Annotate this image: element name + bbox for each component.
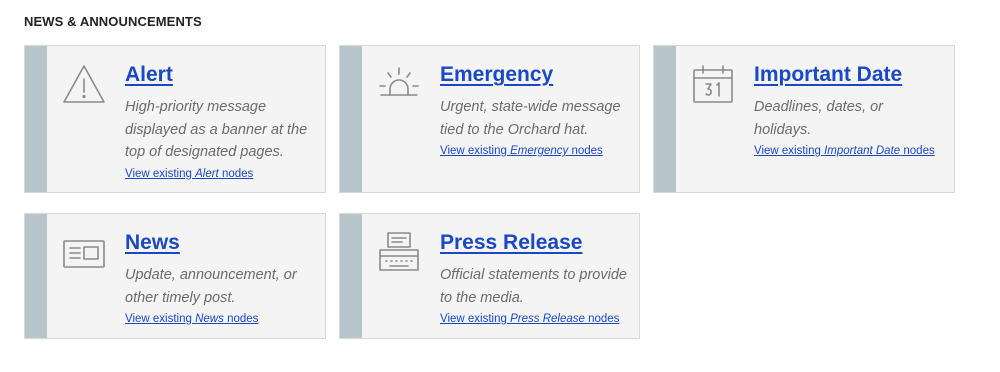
card-news: News Update, announcement, or other time… bbox=[24, 213, 326, 339]
view-existing-link[interactable]: View existing Press Release nodes bbox=[440, 311, 619, 327]
card-title-link[interactable]: Press Release bbox=[440, 230, 629, 256]
link-suffix: nodes bbox=[900, 145, 935, 157]
link-suffix: nodes bbox=[568, 145, 603, 157]
newspaper-icon bbox=[61, 230, 107, 276]
view-existing-link[interactable]: View existing Alert nodes bbox=[125, 166, 253, 182]
link-prefix: View existing bbox=[440, 145, 511, 157]
link-type: Alert bbox=[195, 167, 219, 180]
card-title-link[interactable]: Important Date bbox=[754, 62, 944, 88]
link-prefix: View existing bbox=[754, 145, 825, 157]
card-title-link[interactable]: Alert bbox=[125, 62, 315, 88]
view-existing-link[interactable]: View existing Emergency nodes bbox=[440, 143, 603, 159]
link-prefix: View existing bbox=[125, 167, 196, 180]
card-accent-bar bbox=[25, 46, 47, 192]
link-suffix: nodes bbox=[584, 313, 620, 325]
warning-triangle-icon bbox=[61, 62, 107, 108]
card-description: Deadlines, dates, or holidays. bbox=[754, 99, 883, 138]
card-description: Official statements to provide to the me… bbox=[440, 267, 627, 306]
link-prefix: View existing bbox=[440, 313, 511, 325]
link-suffix: nodes bbox=[223, 313, 259, 325]
link-type: Important Date bbox=[824, 145, 901, 157]
card-accent-bar bbox=[25, 214, 47, 338]
link-type: Press Release bbox=[510, 313, 585, 325]
card-important-date: Important Date Deadlines, dates, or holi… bbox=[653, 45, 955, 193]
card-title-link[interactable]: News bbox=[125, 230, 315, 256]
link-type: News bbox=[195, 313, 224, 325]
section-title: NEWS & ANNOUNCEMENTS bbox=[24, 14, 202, 29]
calendar-icon bbox=[690, 62, 736, 108]
card-emergency: Emergency Urgent, state-wide message tie… bbox=[339, 45, 640, 193]
link-suffix: nodes bbox=[218, 167, 254, 180]
card-title-link[interactable]: Emergency bbox=[440, 62, 629, 88]
view-existing-link[interactable]: View existing Important Date nodes bbox=[754, 143, 935, 159]
view-existing-link[interactable]: View existing News nodes bbox=[125, 311, 258, 327]
link-prefix: View existing bbox=[125, 313, 196, 325]
link-type: Emergency bbox=[510, 145, 569, 157]
card-accent-bar bbox=[340, 214, 362, 338]
card-description: High-priority message displayed as a ban… bbox=[125, 99, 308, 160]
typewriter-icon bbox=[376, 230, 422, 276]
card-description: Update, announcement, or other timely po… bbox=[125, 267, 297, 306]
card-description: Urgent, state-wide message tied to the O… bbox=[440, 99, 621, 138]
siren-icon bbox=[376, 62, 422, 108]
card-accent-bar bbox=[654, 46, 676, 192]
card-accent-bar bbox=[340, 46, 362, 192]
card-alert: Alert High-priority message displayed as… bbox=[24, 45, 326, 193]
card-press-release: Press Release Official statements to pro… bbox=[339, 213, 640, 339]
